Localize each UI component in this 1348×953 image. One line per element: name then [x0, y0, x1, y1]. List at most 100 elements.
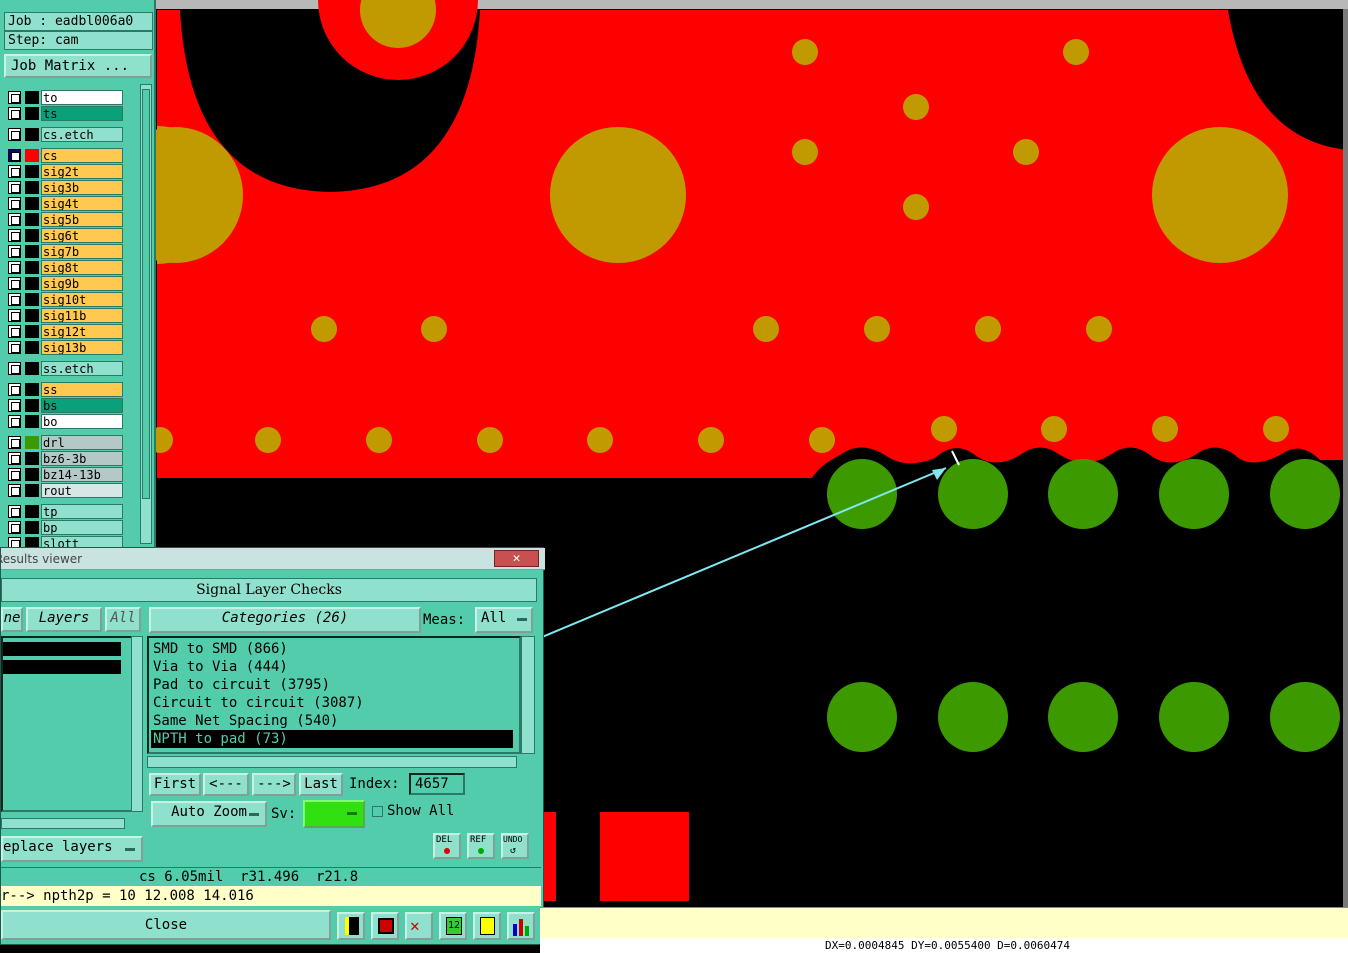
first-button[interactable]: First: [149, 773, 201, 796]
close-window-button[interactable]: ✕: [494, 550, 539, 567]
layer-row-sig6t[interactable]: sig6t: [8, 228, 124, 243]
layer-checkbox[interactable]: [8, 415, 21, 428]
layer-row-to[interactable]: to: [8, 90, 124, 105]
histogram-icon[interactable]: [507, 912, 535, 940]
layer-results-scrollbar[interactable]: [131, 636, 143, 812]
layer-checkbox[interactable]: [8, 452, 21, 465]
layer-checkbox[interactable]: [8, 309, 21, 322]
layer-checkbox[interactable]: [8, 213, 21, 226]
close-button[interactable]: Close: [1, 910, 331, 940]
layer-checkbox[interactable]: [8, 261, 21, 274]
layer-checkbox[interactable]: [8, 521, 21, 534]
meas-value: All: [481, 610, 507, 626]
layer-checkbox[interactable]: [8, 484, 21, 497]
layer-checkbox[interactable]: [8, 383, 21, 396]
tab-all[interactable]: All: [105, 607, 141, 632]
layer-row-sig4t[interactable]: sig4t: [8, 196, 124, 211]
layer-row-sig2t[interactable]: sig2t: [8, 164, 124, 179]
layer-checkbox[interactable]: [8, 91, 21, 104]
layer-row-cs.etch[interactable]: cs.etch: [8, 127, 124, 142]
layer-checkbox[interactable]: [8, 181, 21, 194]
two-layer-icon[interactable]: 12: [439, 912, 467, 940]
category-item[interactable]: Pad to circuit (3795): [151, 676, 513, 694]
tab-layers[interactable]: Layers: [26, 607, 102, 632]
layer-row-bp[interactable]: bp: [8, 520, 124, 535]
layer-checkbox[interactable]: [8, 505, 21, 518]
replace-layers-button[interactable]: eplace layers: [1, 836, 143, 862]
layer-checkbox[interactable]: [8, 277, 21, 290]
layer-checkbox[interactable]: [8, 128, 21, 141]
ref-button[interactable]: REF: [467, 833, 495, 859]
index-input[interactable]: 4657: [409, 773, 465, 795]
categories-button[interactable]: Categories (26): [149, 607, 421, 633]
layer-row-cs[interactable]: cs: [8, 148, 124, 163]
layer-results-list[interactable]: [1, 636, 133, 812]
layer-row-bo[interactable]: bo: [8, 414, 124, 429]
auto-zoom-button[interactable]: Auto Zoom: [151, 801, 267, 827]
layer-row-bz6-3b[interactable]: bz6-3b: [8, 451, 124, 466]
layer-checkbox[interactable]: [8, 399, 21, 412]
layer-row-sig12t[interactable]: sig12t: [8, 324, 124, 339]
layer-checkbox[interactable]: [8, 197, 21, 210]
layer-row-sig3b[interactable]: sig3b: [8, 180, 124, 195]
category-item[interactable]: Circuit to circuit (3087): [151, 694, 513, 712]
layer-checkbox[interactable]: [8, 165, 21, 178]
categories-hscroll[interactable]: [147, 756, 517, 768]
layer-checkbox[interactable]: [8, 107, 21, 120]
layer-row-ts[interactable]: ts: [8, 106, 124, 121]
undo-button[interactable]: UNDO ↺: [501, 833, 529, 859]
layer-color-swatch: [25, 277, 39, 290]
layer-row-sig11b[interactable]: sig11b: [8, 308, 124, 323]
layer-checkbox[interactable]: [8, 341, 21, 354]
category-item[interactable]: NPTH to pad (73): [151, 730, 513, 748]
results-viewer-titlebar[interactable]: Results viewer: [0, 548, 545, 570]
category-item[interactable]: Via to Via (444): [151, 658, 513, 676]
layer-checkbox[interactable]: [8, 468, 21, 481]
notes-icon[interactable]: [473, 912, 501, 940]
arrow-box-icon[interactable]: [371, 912, 399, 940]
measure-info: cs 6.05mil r31.496 r21.8: [1, 867, 541, 885]
layer-checkbox[interactable]: [8, 325, 21, 338]
layer-row-bz14-13b[interactable]: bz14-13b: [8, 467, 124, 482]
meas-select[interactable]: All: [475, 607, 533, 633]
layer-row-ss[interactable]: ss: [8, 382, 124, 397]
category-item[interactable]: SMD to SMD (866): [151, 640, 513, 658]
layer-checkbox[interactable]: [8, 362, 21, 375]
layer-name: ss: [41, 382, 123, 397]
layer-name: cs: [41, 148, 123, 163]
categories-list[interactable]: SMD to SMD (866) Via to Via (444) Pad to c…: [147, 636, 521, 754]
tab-name[interactable]: ne: [1, 607, 23, 632]
categories-scrollbar[interactable]: [521, 636, 535, 754]
layer-row-drl[interactable]: drl: [8, 435, 124, 450]
layer-checkbox[interactable]: [8, 149, 21, 162]
layer-checkbox[interactable]: [8, 229, 21, 242]
layer-row-tp[interactable]: tp: [8, 504, 124, 519]
category-item[interactable]: Same Net Spacing (540): [151, 712, 513, 730]
layer-name: sig5b: [41, 212, 123, 227]
layer-row-sig13b[interactable]: sig13b: [8, 340, 124, 355]
undo-label: UNDO: [503, 835, 523, 844]
layer-row-sig5b[interactable]: sig5b: [8, 212, 124, 227]
prev-button[interactable]: <---: [203, 773, 249, 796]
layer-row-sig10t[interactable]: sig10t: [8, 292, 124, 307]
layer-row-sig7b[interactable]: sig7b: [8, 244, 124, 259]
layer-row-sig9b[interactable]: sig9b: [8, 276, 124, 291]
layer-name: sig13b: [41, 340, 123, 355]
layer-checkbox[interactable]: [8, 436, 21, 449]
layer-row-ss.etch[interactable]: ss.etch: [8, 361, 124, 376]
last-button[interactable]: Last: [299, 773, 343, 796]
layer-row-bs[interactable]: bs: [8, 398, 124, 413]
layer-results-hscroll[interactable]: [1, 818, 125, 829]
show-all-checkbox[interactable]: [372, 806, 383, 817]
layer-checkbox[interactable]: [8, 293, 21, 306]
job-matrix-button[interactable]: Job Matrix ...: [4, 54, 152, 78]
ruler-icon[interactable]: [337, 912, 365, 940]
next-button[interactable]: --->: [252, 773, 296, 796]
layer-checkbox[interactable]: [8, 245, 21, 258]
layer-row-rout[interactable]: rout: [8, 483, 124, 498]
layer-row-sig8t[interactable]: sig8t: [8, 260, 124, 275]
cancel-drawing-icon[interactable]: ✕: [405, 912, 433, 940]
del-button[interactable]: DEL: [433, 833, 461, 859]
layer-list-scrollbar[interactable]: [140, 84, 152, 544]
sv-color-select[interactable]: [303, 800, 365, 828]
